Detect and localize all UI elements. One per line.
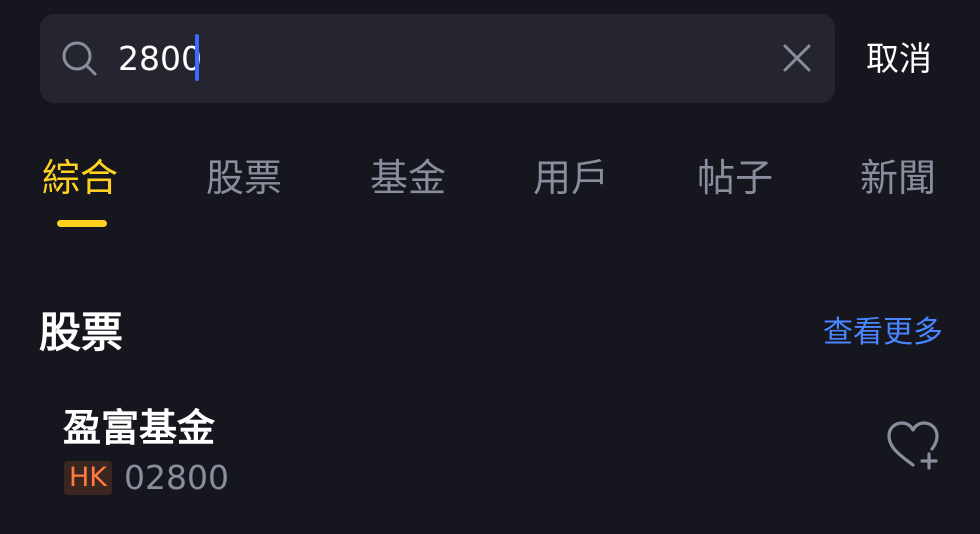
see-more-link[interactable]: 查看更多 bbox=[823, 311, 943, 355]
category-tabs: 綜合 股票 基金 用戶 帖子 新聞 bbox=[0, 150, 980, 230]
search-icon bbox=[62, 41, 97, 76]
tab-news[interactable]: 新聞 bbox=[860, 150, 936, 206]
search-bar[interactable]: 2800 bbox=[40, 14, 835, 103]
market-badge: HK bbox=[64, 461, 113, 495]
tab-users[interactable]: 用戶 bbox=[533, 150, 609, 206]
tab-funds[interactable]: 基金 bbox=[370, 150, 446, 206]
stock-code: 02800 bbox=[124, 458, 229, 497]
section-title: 股票 bbox=[39, 308, 124, 357]
stock-name: 盈富基金 bbox=[63, 406, 216, 450]
heart-plus-icon[interactable] bbox=[884, 419, 942, 471]
active-tab-indicator bbox=[57, 220, 107, 227]
tab-stocks[interactable]: 股票 bbox=[206, 150, 282, 206]
search-input[interactable]: 2800 bbox=[118, 36, 202, 82]
tab-general[interactable]: 綜合 bbox=[42, 150, 118, 206]
tab-posts[interactable]: 帖子 bbox=[697, 150, 773, 206]
text-caret bbox=[195, 34, 199, 81]
close-icon[interactable] bbox=[781, 42, 813, 74]
list-item[interactable]: 盈富基金 HK 02800 bbox=[0, 395, 980, 515]
cancel-button[interactable]: 取消 bbox=[866, 36, 932, 82]
